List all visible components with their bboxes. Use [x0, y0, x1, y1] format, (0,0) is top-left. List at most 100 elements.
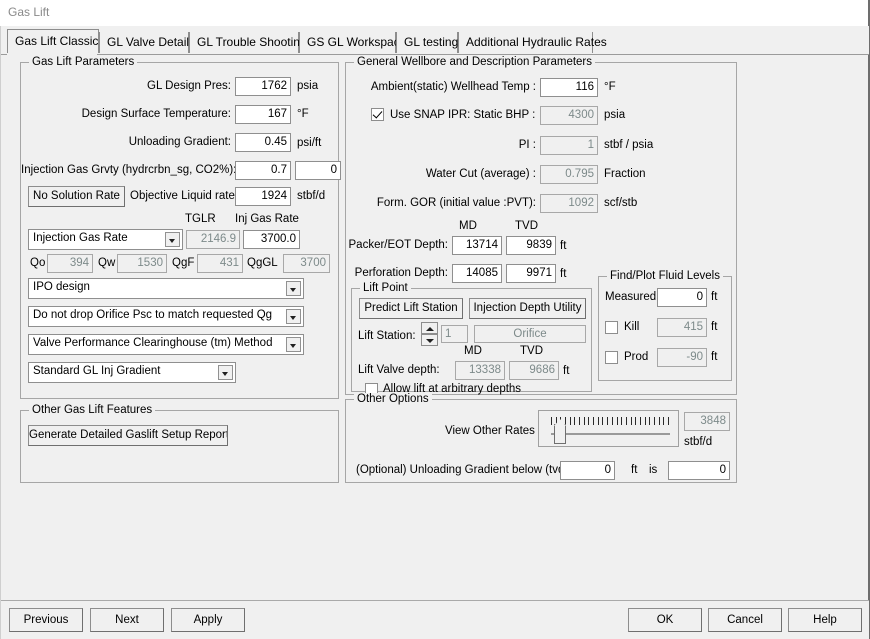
kill-level-checkbox[interactable]: [605, 321, 618, 334]
window-title: Gas Lift: [8, 5, 49, 19]
chevron-down-icon[interactable]: [286, 337, 301, 352]
tab-gl-valve-details[interactable]: GL Valve Details: [99, 32, 189, 53]
title-bar: Gas Lift: [0, 0, 870, 27]
label-is: is: [649, 464, 657, 476]
input-objective-liquid-rate[interactable]: 1924: [235, 187, 291, 206]
dialog-button-bar: Previous Next Apply OK Cancel Help: [1, 600, 869, 639]
rate-mode-combo-value: Injection Gas Rate: [33, 232, 128, 244]
label-design-surface-temperature: Design Surface Temperature:: [21, 108, 231, 120]
label-objective-liquid-rate: Objective Liquid rate:: [130, 190, 238, 202]
unit-static-bhp: psia: [604, 109, 625, 121]
slider-thumb[interactable]: [554, 424, 566, 444]
no-solution-rate-button[interactable]: No Solution Rate: [28, 186, 125, 207]
design-mode-combo-value: IPO design: [33, 281, 90, 293]
input-water-cut: 0.795: [540, 165, 598, 184]
tab-gs-gl-workspace[interactable]: GS GL Workspace: [299, 32, 396, 53]
input-perforation-md[interactable]: 14085: [452, 264, 502, 283]
label-prod-level: Prod: [624, 351, 648, 363]
label-unloading-gradient-below: (Optional) Unloading Gradient below (tvd…: [356, 464, 571, 476]
chevron-down-icon[interactable]: [286, 309, 301, 324]
value-qggl: 3700: [283, 254, 330, 273]
valve-method-combo[interactable]: Valve Performance Clearinghouse (tm) Met…: [28, 334, 304, 355]
input-tglr: 2146.9: [186, 230, 240, 249]
rate-mode-combo[interactable]: Injection Gas Rate: [28, 229, 183, 250]
cancel-button[interactable]: Cancel: [708, 608, 782, 632]
stepper-up-icon[interactable]: [421, 322, 438, 334]
generate-report-button[interactable]: Generate Detailed Gaslift Setup Report: [28, 425, 228, 446]
next-button[interactable]: Next: [90, 608, 164, 632]
input-pi: 1: [540, 136, 598, 155]
unit-form-gor: scf/stb: [604, 197, 637, 209]
input-lift-valve-md: 13338: [455, 361, 505, 380]
stepper-down-icon[interactable]: [421, 334, 438, 346]
group-other-options: Other Options View Other Rates 3848 stbf…: [345, 399, 737, 483]
input-measured-level[interactable]: 0: [657, 288, 707, 307]
help-button[interactable]: Help: [788, 608, 862, 632]
input-packer-eot-tvd[interactable]: 9839: [506, 236, 556, 255]
unit-packer-eot-depth: ft: [560, 240, 566, 252]
input-co2-percent[interactable]: 0: [295, 161, 341, 180]
input-gl-design-pres[interactable]: 1762: [235, 77, 291, 96]
inj-gradient-combo-value: Standard GL Inj Gradient: [33, 365, 160, 377]
input-injection-gas-gravity[interactable]: 0.7: [235, 161, 291, 180]
input-unloading-gradient[interactable]: 0.45: [235, 133, 291, 152]
input-lift-valve-tvd: 9686: [509, 361, 559, 380]
use-snap-ipr-checkbox[interactable]: [371, 108, 384, 121]
label-qgf: QgF: [172, 257, 194, 269]
prod-level-checkbox[interactable]: [605, 351, 618, 364]
header-inj-gas-rate: Inj Gas Rate: [235, 213, 299, 225]
group-title-other-options: Other Options: [354, 393, 432, 405]
apply-button[interactable]: Apply: [171, 608, 245, 632]
view-other-rates-slider[interactable]: [538, 410, 679, 447]
group-other-gas-lift-features: Other Gas Lift Features Generate Detaile…: [20, 410, 339, 483]
input-prod-level: -90: [657, 348, 707, 367]
predict-lift-station-button[interactable]: Predict Lift Station: [359, 298, 463, 319]
injection-depth-utility-button[interactable]: Injection Depth Utility: [469, 298, 586, 319]
tab-strip: Gas Lift Classic GL Valve Details GL Tro…: [1, 26, 869, 54]
value-other-rate: 3848: [684, 412, 730, 431]
input-inj-gas-rate[interactable]: 3700.0: [243, 230, 300, 249]
ok-button[interactable]: OK: [628, 608, 702, 632]
input-unloading-gradient-below-value[interactable]: 0: [668, 461, 730, 480]
design-mode-combo[interactable]: IPO design: [28, 278, 304, 299]
valve-method-combo-value: Valve Performance Clearinghouse (tm) Met…: [33, 337, 272, 349]
slider-ticks: [551, 417, 668, 425]
tab-additional-hydraulic-rates[interactable]: Additional Hydraulic Rates: [458, 32, 593, 53]
slider-rail: [551, 433, 670, 435]
unit-pi: stbf / psia: [604, 139, 653, 151]
unit-measured-level: ft: [711, 291, 717, 303]
input-static-bhp: 4300: [540, 106, 598, 125]
chevron-down-icon[interactable]: [218, 365, 233, 380]
group-gas-lift-parameters: Gas Lift Parameters GL Design Pres: 1762…: [20, 62, 339, 399]
input-design-surface-temperature[interactable]: 167: [235, 105, 291, 124]
input-packer-eot-md[interactable]: 13714: [452, 236, 502, 255]
tab-content-gas-lift-classic: Gas Lift Parameters GL Design Pres: 1762…: [1, 55, 859, 600]
gas-lift-dialog: Gas Lift Gas Lift Classic GL Valve Detai…: [0, 0, 870, 639]
tab-gl-testing[interactable]: GL testing: [396, 32, 458, 53]
lift-station-stepper[interactable]: [421, 322, 438, 346]
unit-wellhead-temp: °F: [604, 81, 616, 93]
group-title-gas-lift-parameters: Gas Lift Parameters: [29, 56, 137, 68]
label-qggl: QgGL: [247, 257, 278, 269]
input-lift-station-number[interactable]: 1: [441, 325, 468, 343]
group-title-fluid-levels: Find/Plot Fluid Levels: [607, 270, 723, 282]
chevron-down-icon[interactable]: [165, 232, 180, 247]
value-qgf: 431: [197, 254, 243, 273]
tab-gl-trouble-shooting[interactable]: GL Trouble Shooting: [189, 32, 299, 53]
chevron-down-icon[interactable]: [286, 281, 301, 296]
label-perforation-depth: Perforation Depth:: [346, 267, 448, 279]
input-unloading-gradient-below-depth[interactable]: 0: [560, 461, 615, 480]
unit-other-rate: stbf/d: [684, 436, 712, 448]
input-wellhead-temp[interactable]: 116: [540, 78, 598, 97]
tab-gas-lift-classic[interactable]: Gas Lift Classic: [7, 29, 99, 53]
unit-water-cut: Fraction: [604, 168, 646, 180]
orifice-psc-combo[interactable]: Do not drop Orifice Psc to match request…: [28, 306, 304, 327]
previous-button[interactable]: Previous: [9, 608, 83, 632]
label-pi: PI :: [346, 139, 536, 151]
label-qw: Qw: [98, 257, 115, 269]
header-md-lift-valve: MD: [464, 345, 482, 357]
label-unloading-gradient: Unloading Gradient:: [21, 136, 231, 148]
inj-gradient-combo[interactable]: Standard GL Inj Gradient: [28, 362, 236, 383]
unit-design-surface-temperature: °F: [297, 108, 309, 120]
input-perforation-tvd[interactable]: 9971: [506, 264, 556, 283]
